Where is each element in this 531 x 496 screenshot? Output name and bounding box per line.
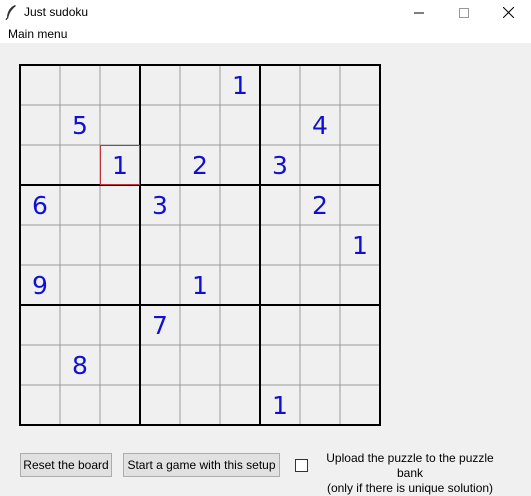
title-bar: Just sudoku xyxy=(0,0,531,25)
sudoku-cell[interactable] xyxy=(300,145,340,185)
sudoku-cell[interactable] xyxy=(300,305,340,345)
sudoku-cell[interactable] xyxy=(60,185,100,225)
sudoku-cell[interactable] xyxy=(220,265,260,305)
upload-label-line1: Upload the puzzle to the puzzle bank xyxy=(326,451,494,480)
sudoku-cell[interactable] xyxy=(140,345,180,385)
sudoku-cell[interactable]: 3 xyxy=(260,145,300,185)
sudoku-cell[interactable] xyxy=(60,265,100,305)
sudoku-cell[interactable] xyxy=(20,105,60,145)
sudoku-cell[interactable] xyxy=(260,105,300,145)
sudoku-cell[interactable] xyxy=(340,265,380,305)
sudoku-cell[interactable] xyxy=(260,345,300,385)
start-game-button[interactable]: Start a game with this setup xyxy=(123,453,280,477)
sudoku-cell[interactable]: 7 xyxy=(140,305,180,345)
minimize-button[interactable] xyxy=(396,0,441,25)
sudoku-cell[interactable] xyxy=(300,385,340,425)
sudoku-cell[interactable] xyxy=(340,65,380,105)
sudoku-cell[interactable] xyxy=(20,345,60,385)
close-button[interactable] xyxy=(486,0,531,25)
sudoku-cell[interactable]: 3 xyxy=(140,185,180,225)
sudoku-cell[interactable]: 1 xyxy=(220,65,260,105)
sudoku-cell[interactable]: 4 xyxy=(300,105,340,145)
sudoku-cell[interactable] xyxy=(180,105,220,145)
sudoku-cell[interactable] xyxy=(140,225,180,265)
sudoku-cell[interactable]: 1 xyxy=(260,385,300,425)
sudoku-cell[interactable] xyxy=(60,305,100,345)
sudoku-cell[interactable] xyxy=(220,345,260,385)
sudoku-cell[interactable] xyxy=(340,385,380,425)
sudoku-cell[interactable] xyxy=(140,105,180,145)
sudoku-cell[interactable] xyxy=(60,225,100,265)
sudoku-cell[interactable] xyxy=(140,65,180,105)
sudoku-cell[interactable] xyxy=(340,105,380,145)
sudoku-cell[interactable] xyxy=(140,145,180,185)
sudoku-cell[interactable] xyxy=(60,65,100,105)
sudoku-cell[interactable] xyxy=(20,305,60,345)
sudoku-cell[interactable] xyxy=(340,305,380,345)
sudoku-cell[interactable] xyxy=(260,265,300,305)
sudoku-cell[interactable] xyxy=(20,385,60,425)
sudoku-cell[interactable]: 6 xyxy=(20,185,60,225)
sudoku-cell[interactable] xyxy=(20,145,60,185)
sudoku-cell[interactable]: 9 xyxy=(20,265,60,305)
sudoku-cell[interactable]: 2 xyxy=(300,185,340,225)
sudoku-cell[interactable]: 8 xyxy=(60,345,100,385)
sudoku-cell[interactable] xyxy=(220,225,260,265)
feather-app-icon xyxy=(4,4,18,21)
sudoku-cell[interactable] xyxy=(340,345,380,385)
sudoku-cell[interactable] xyxy=(100,65,140,105)
sudoku-cell[interactable] xyxy=(220,385,260,425)
sudoku-cell[interactable] xyxy=(220,305,260,345)
sudoku-cell[interactable] xyxy=(100,225,140,265)
reset-board-button[interactable]: Reset the board xyxy=(20,453,112,477)
main-menu[interactable]: Main menu xyxy=(8,27,67,41)
sudoku-cell[interactable] xyxy=(220,145,260,185)
sudoku-cell[interactable]: 5 xyxy=(60,105,100,145)
sudoku-cell[interactable] xyxy=(100,265,140,305)
sudoku-cell[interactable]: 2 xyxy=(180,145,220,185)
sudoku-cell[interactable] xyxy=(100,385,140,425)
minimize-icon xyxy=(413,12,424,13)
sudoku-cell[interactable] xyxy=(300,65,340,105)
sudoku-cell[interactable] xyxy=(220,105,260,145)
sudoku-cell[interactable] xyxy=(100,185,140,225)
sudoku-cell[interactable] xyxy=(100,345,140,385)
sudoku-cell[interactable] xyxy=(220,185,260,225)
sudoku-cell[interactable] xyxy=(20,65,60,105)
menu-bar: Main menu xyxy=(0,25,531,43)
close-icon xyxy=(503,7,514,18)
sudoku-cell[interactable] xyxy=(180,345,220,385)
sudoku-cell[interactable] xyxy=(60,145,100,185)
sudoku-cell[interactable] xyxy=(100,305,140,345)
sudoku-cell[interactable] xyxy=(180,305,220,345)
sudoku-cell[interactable] xyxy=(180,65,220,105)
sudoku-cell[interactable] xyxy=(340,145,380,185)
maximize-button[interactable] xyxy=(441,0,486,25)
sudoku-cell[interactable] xyxy=(100,105,140,145)
sudoku-cell[interactable] xyxy=(300,225,340,265)
sudoku-cell[interactable] xyxy=(180,185,220,225)
sudoku-cell[interactable] xyxy=(140,265,180,305)
upload-puzzle-checkbox[interactable] xyxy=(295,459,308,472)
sudoku-cell[interactable] xyxy=(260,225,300,265)
sudoku-cell[interactable] xyxy=(260,185,300,225)
sudoku-cell[interactable] xyxy=(180,225,220,265)
sudoku-cell[interactable] xyxy=(260,305,300,345)
sudoku-board: 154123632191781 xyxy=(19,64,381,426)
sudoku-cell[interactable]: 1 xyxy=(100,145,140,185)
sudoku-cell[interactable]: 1 xyxy=(180,265,220,305)
sudoku-cell[interactable] xyxy=(180,385,220,425)
sudoku-cell[interactable] xyxy=(260,65,300,105)
sudoku-cell[interactable] xyxy=(340,185,380,225)
sudoku-cell[interactable] xyxy=(300,265,340,305)
sudoku-cell[interactable] xyxy=(60,385,100,425)
upload-puzzle-label: Upload the puzzle to the puzzle bank (on… xyxy=(312,451,508,496)
maximize-icon xyxy=(458,7,469,18)
sudoku-cell[interactable] xyxy=(20,225,60,265)
sudoku-cell[interactable] xyxy=(300,345,340,385)
sudoku-cell[interactable] xyxy=(140,385,180,425)
sudoku-cell[interactable]: 1 xyxy=(340,225,380,265)
window-title: Just sudoku xyxy=(24,5,89,19)
